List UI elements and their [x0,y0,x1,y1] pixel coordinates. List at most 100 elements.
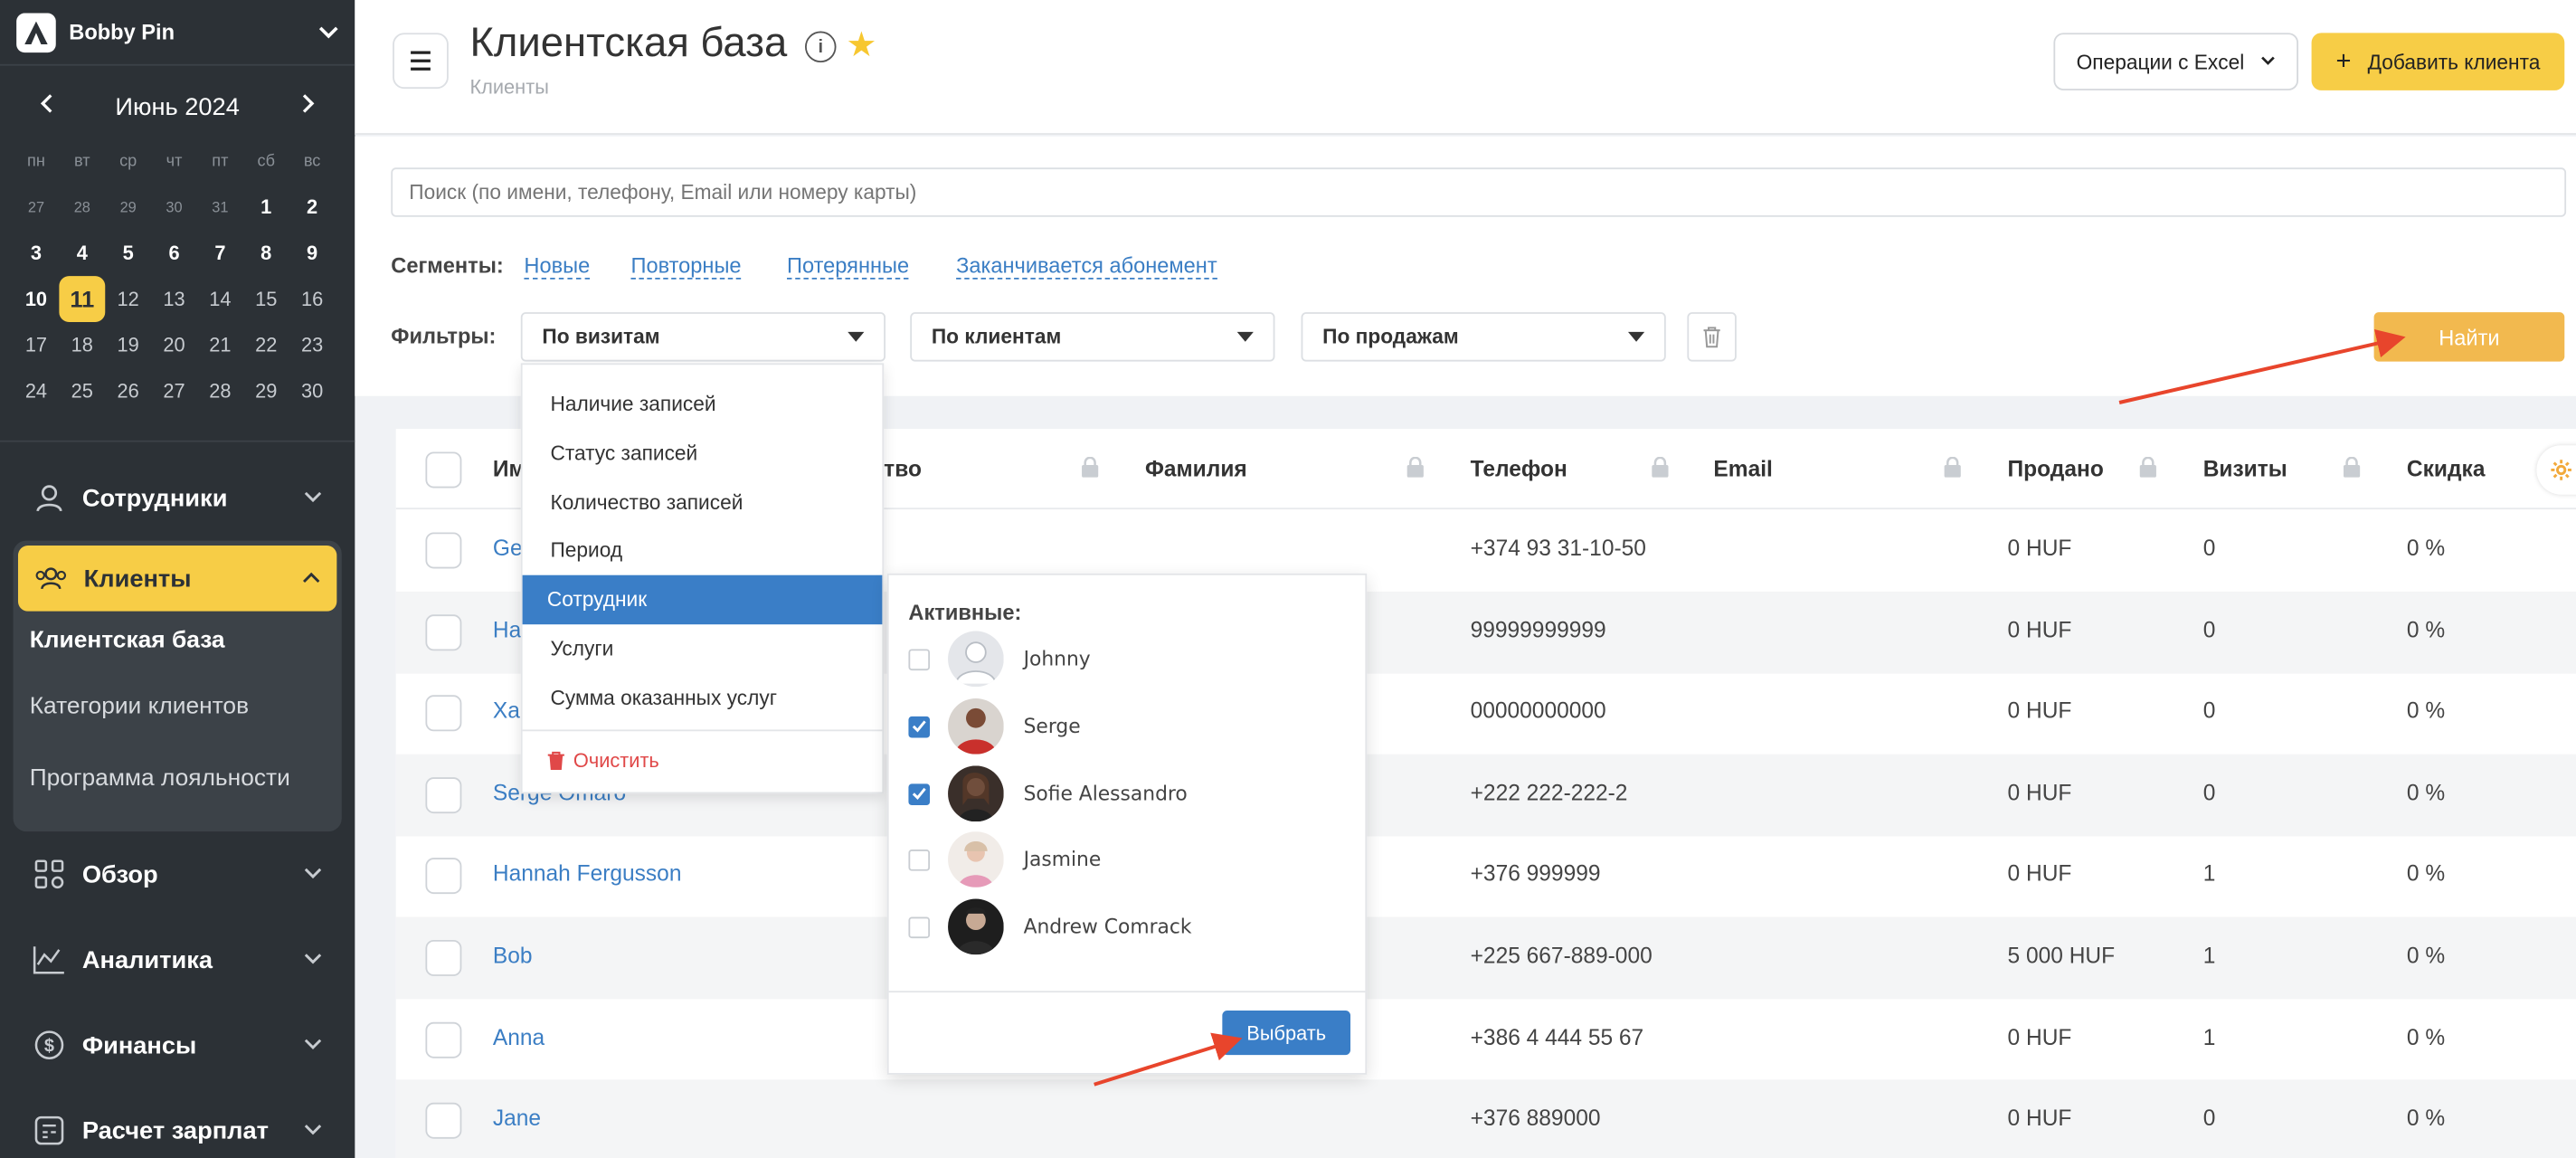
calendar-day[interactable]: 7 [197,230,243,276]
calendar-day[interactable]: 3 [14,230,60,276]
calendar-day[interactable]: 27 [14,184,60,230]
calendar-day[interactable]: 22 [243,322,289,368]
find-button[interactable]: Найти [2373,312,2565,362]
client-name-link[interactable]: Xa [493,698,520,723]
calendar-day[interactable]: 23 [289,322,336,368]
segment-new-link[interactable]: Новые [524,253,591,280]
dropdown-option[interactable]: Услуги [523,624,883,673]
calendar-day[interactable]: 27 [151,368,197,414]
column-phone[interactable]: Телефон [1471,457,1567,481]
calendar-day[interactable]: 28 [59,184,105,230]
calendar-day[interactable]: 24 [14,368,60,414]
filter-clients-select[interactable]: По клиентам [910,312,1275,362]
dropdown-option[interactable]: Статус записей [523,429,883,478]
prev-month-icon[interactable] [30,92,62,122]
checkbox-checked[interactable] [908,783,931,805]
row-checkbox[interactable] [425,532,462,569]
sidebar-item-analytics[interactable]: Аналитика [0,917,355,1002]
row-checkbox[interactable] [425,776,462,813]
brand-switcher[interactable]: Bobby Pin [0,0,355,66]
client-name-link[interactable]: Hannah Fergusson [493,861,682,886]
star-icon[interactable]: ★ [846,24,876,65]
calendar-day[interactable]: 10 [14,276,60,322]
employee-option[interactable]: Sofie Alessandro [908,764,1351,824]
sidebar-item-finance[interactable]: $ Финансы [0,1002,355,1087]
row-checkbox[interactable] [425,939,462,976]
sidebar-item-clients[interactable]: Клиенты [17,546,337,612]
row-checkbox[interactable] [425,858,462,895]
calendar-day[interactable]: 16 [289,276,336,322]
sidebar-subitem-client-base[interactable]: Клиентская база [14,612,342,670]
checkbox[interactable] [908,916,931,939]
client-name-link[interactable]: Jane [493,1106,541,1131]
client-name-link[interactable]: Anna [493,1025,545,1049]
employee-option[interactable]: Jasmine [908,831,1351,891]
sidebar-item-payroll[interactable]: Расчет зарплат [0,1087,355,1158]
next-month-icon[interactable] [292,92,325,122]
employee-option[interactable]: Johnny [908,631,1351,689]
info-icon[interactable]: i [805,31,837,63]
column-middlename[interactable]: тво [884,457,922,481]
search-input[interactable] [391,167,2567,217]
sidebar-subitem-loyalty[interactable]: Программа лояльности [14,743,342,815]
dropdown-option[interactable]: Сумма оказанных услуг [523,673,883,722]
dropdown-option[interactable]: Сотрудник [522,575,883,625]
calendar-day[interactable]: 2 [289,184,336,230]
table-row[interactable]: Hannah Fergusson +376 999999 0 HUF 1 0 % [396,835,2576,917]
column-sold[interactable]: Продано [2008,457,2104,481]
calendar-day[interactable]: 30 [151,184,197,230]
calendar-day[interactable]: 13 [151,276,197,322]
segment-repeat-link[interactable]: Повторные [630,253,742,280]
sidebar-item-staff[interactable]: Сотрудники [0,455,355,540]
row-checkbox[interactable] [425,695,462,732]
menu-toggle-button[interactable] [393,33,449,90]
employee-option[interactable]: Andrew Comrack [908,898,1351,958]
sidebar-item-overview[interactable]: Обзор [0,831,355,916]
table-row[interactable]: Anna +386 4 444 55 67 0 HUF 1 0 % [396,999,2576,1081]
row-checkbox[interactable] [425,1021,462,1058]
calendar-day[interactable]: 1 [243,184,289,230]
calendar-day[interactable]: 20 [151,322,197,368]
calendar-day[interactable]: 19 [105,322,151,368]
segment-expiring-link[interactable]: Заканчивается абонемент [956,253,1217,280]
employee-option[interactable]: Serge [908,698,1351,757]
excel-operations-button[interactable]: Операции с Excel [2053,33,2299,90]
calendar-day[interactable]: 26 [105,368,151,414]
column-email[interactable]: Email [1713,457,1772,481]
dropdown-option[interactable]: Количество записей [523,478,883,527]
calendar-day[interactable]: 18 [59,322,105,368]
calendar-day[interactable]: 4 [59,230,105,276]
calendar-day[interactable]: 25 [59,368,105,414]
row-checkbox[interactable] [425,1103,462,1140]
client-name-link[interactable]: Bob [493,944,533,968]
calendar-day[interactable]: 31 [197,184,243,230]
column-visits[interactable]: Визиты [2203,457,2287,481]
filter-visits-select[interactable]: По визитам [520,312,886,362]
calendar-day[interactable]: 9 [289,230,336,276]
calendar-day[interactable]: 29 [243,368,289,414]
calendar-day[interactable]: 12 [105,276,151,322]
calendar-day[interactable]: 5 [105,230,151,276]
calendar-day[interactable]: 17 [14,322,60,368]
row-checkbox[interactable] [425,613,462,650]
table-row[interactable]: Bob +225 667-889-000 5 000 HUF 1 0 % [395,916,2576,1000]
calendar-day[interactable]: 28 [197,368,243,414]
calendar-day-today[interactable]: 11 [59,276,106,323]
client-name-link[interactable]: Ha [493,617,521,641]
sidebar-subitem-client-categories[interactable]: Категории клиентов [14,670,342,743]
calendar-day[interactable]: 8 [243,230,289,276]
table-row[interactable]: Jane +376 889000 0 HUF 0 0 % [395,1079,2576,1158]
segment-lost-link[interactable]: Потерянные [787,253,910,280]
client-name-link[interactable]: Ge [493,536,523,560]
column-surname[interactable]: Фамилия [1145,457,1247,481]
gear-icon[interactable] [2536,445,2576,495]
select-all-checkbox[interactable] [425,451,462,489]
dropdown-option[interactable]: Наличие записей [523,380,883,429]
calendar-day[interactable]: 14 [197,276,243,322]
dropdown-option[interactable]: Период [523,527,883,575]
calendar-day[interactable]: 6 [151,230,197,276]
calendar-day[interactable]: 15 [243,276,289,322]
calendar-day[interactable]: 29 [105,184,151,230]
add-client-button[interactable]: + Добавить клиента [2311,33,2565,90]
choose-button[interactable]: Выбрать [1222,1011,1351,1056]
